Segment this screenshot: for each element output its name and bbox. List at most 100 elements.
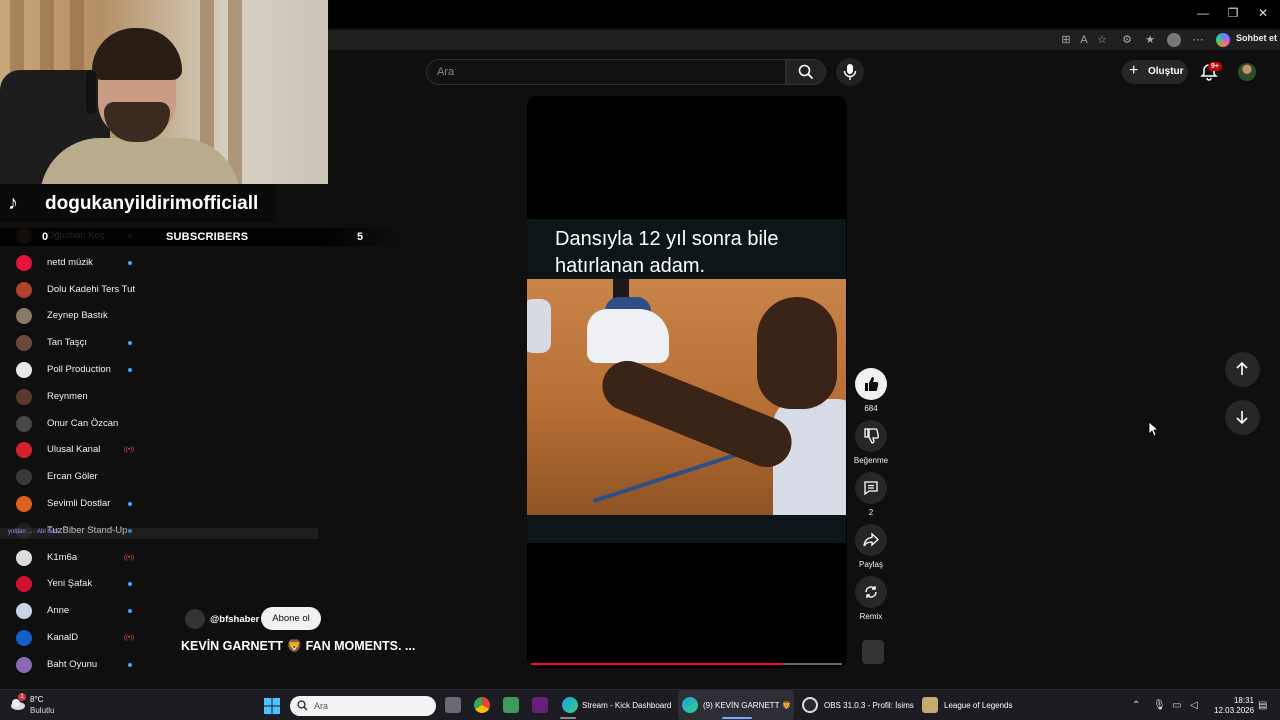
remix-button[interactable] [855, 576, 887, 608]
remix-label: Remix [859, 612, 883, 621]
caption-box-bottom [527, 515, 846, 543]
microphone-tray-icon[interactable]: 🎙 [1153, 700, 1166, 711]
thumbs-down-icon [864, 428, 879, 444]
league-of-legends-icon[interactable] [922, 697, 938, 713]
split-screen-icon[interactable]: ⊞ [1059, 33, 1073, 47]
channel-avatar[interactable] [185, 609, 205, 629]
sidebar-subscription-item[interactable]: KanalD ((•)) [14, 628, 174, 648]
windows-start-icon[interactable] [264, 698, 280, 714]
sidebar-item-label: Ercan Göler [47, 471, 98, 483]
video-title[interactable]: KEVİN GARNETT 🦁 FAN MOMENTS. ... [181, 639, 415, 654]
sidebar-subscription-item[interactable]: Ulusal Kanal ((•)) [14, 440, 174, 460]
taskbar-app-obs[interactable]: OBS 31.0.3 - Profil: İsims [824, 701, 914, 710]
taskbar-search-input[interactable] [290, 696, 436, 716]
obs-icon[interactable] [802, 697, 818, 713]
sidebar-subscription-item[interactable]: Reynmen [14, 387, 174, 407]
thumbs-up-icon [865, 377, 879, 391]
sidebar-subscription-item[interactable]: Sevimli Dostlar [14, 494, 174, 514]
like-button[interactable] [855, 368, 887, 400]
sidebar-subscription-item[interactable]: netd müzik [14, 253, 174, 273]
notifications-tray-icon[interactable]: ▤ [1258, 700, 1267, 711]
close-button[interactable]: ✕ [1256, 6, 1270, 20]
sidebar-subscription-item[interactable]: Onur Can Özcan [14, 414, 174, 434]
channel-avatar [16, 576, 32, 593]
sidebar-item-label: Reynmen [47, 390, 88, 402]
sidebar-item-label: Zeynep Bastık [47, 310, 108, 322]
audio-thumbnail[interactable] [862, 640, 884, 664]
sidebar-subscription-item[interactable]: Anne [14, 601, 174, 621]
read-aloud-icon[interactable]: A [1077, 33, 1091, 47]
dislike-button[interactable] [855, 420, 887, 452]
arrow-up-icon [1236, 362, 1248, 375]
extensions-icon[interactable]: ⚙ [1120, 33, 1134, 47]
more-menu-icon[interactable]: ⋯ [1191, 33, 1205, 47]
sidebar-subscription-item[interactable]: Tan Taşçı [14, 333, 174, 353]
favorites-icon[interactable]: ★ [1143, 33, 1157, 47]
minimize-button[interactable]: — [1196, 6, 1210, 20]
copilot-button[interactable]: Sohbet et [1236, 33, 1277, 43]
sidebar-subscription-item[interactable]: Zeynep Bastık [14, 306, 174, 326]
tray-overflow-icon[interactable]: ⌃ [1132, 700, 1140, 711]
address-bar[interactable] [328, 30, 1280, 50]
share-button[interactable] [855, 524, 887, 556]
search-button[interactable] [786, 59, 826, 85]
channel-avatar [16, 630, 32, 646]
channel-avatar [16, 442, 32, 459]
search-icon [798, 64, 814, 80]
sidebar-subscription-item[interactable]: Dolu Kadehi Ters Tut [14, 280, 174, 300]
comment-icon [864, 481, 878, 496]
volume-icon[interactable]: ◁ [1190, 700, 1198, 711]
favorite-star-icon[interactable]: ☆ [1095, 33, 1109, 47]
chrome-icon[interactable] [474, 697, 490, 713]
subscribe-button[interactable]: Abone ol [261, 607, 321, 630]
app-icon[interactable] [503, 697, 519, 713]
visual-studio-icon[interactable] [532, 697, 548, 713]
maximize-button[interactable]: ❐ [1226, 6, 1240, 20]
search-icon [297, 700, 308, 711]
remix-icon [865, 586, 877, 598]
sidebar-subscription-item[interactable]: Yeni Şafak [14, 574, 174, 594]
edge-icon[interactable] [562, 697, 578, 713]
sidebar-subscription-item[interactable]: Baht Oyunu [14, 655, 174, 675]
network-icon[interactable]: ▭ [1172, 700, 1181, 711]
sidebar-item-label: Onur Can Özcan [47, 417, 119, 429]
sidebar-subscription-item[interactable]: Poll Production [14, 360, 174, 380]
system-clock[interactable]: 18:31 12.03.2026 [1214, 696, 1254, 716]
taskbar-app-youtube[interactable]: (9) KEVİN GARNETT 🦁 [703, 701, 792, 710]
taskbar-app-kick[interactable]: Stream - Kick Dashboard [582, 701, 671, 710]
sidebar-item-label: netd müzik [47, 256, 93, 268]
profile-icon[interactable] [1167, 33, 1181, 47]
search-input[interactable] [426, 59, 786, 85]
sneaker [587, 309, 669, 363]
video-frame[interactable] [527, 279, 846, 515]
previous-short-button[interactable] [1225, 352, 1260, 387]
subscribers-prefix: 0 [42, 231, 49, 243]
sidebar-subscription-item[interactable]: K1m6a ((•)) [14, 548, 174, 568]
channel-avatar [16, 388, 32, 405]
weather-description[interactable]: Bulutlu [30, 706, 54, 715]
webcam-overlay [0, 0, 328, 184]
copilot-icon[interactable] [1216, 33, 1230, 47]
live-indicator-icon: ((•)) [124, 554, 135, 561]
weather-alert-badge: 1 [18, 693, 26, 701]
voice-search-button[interactable] [836, 58, 864, 86]
new-content-dot [128, 609, 132, 614]
next-short-button[interactable] [1225, 400, 1260, 435]
sidebar-subscription-item[interactable]: Ercan Göler [14, 467, 174, 487]
chat-message: yoldan ... : Abi hadi [8, 529, 59, 535]
taskbar-search-placeholder: Ara [314, 701, 329, 711]
share-label: Paylaş [858, 560, 883, 569]
weather-temperature[interactable]: 8°C [30, 695, 43, 704]
new-content-dot [128, 502, 132, 506]
edge-icon[interactable] [682, 697, 698, 713]
streamer-hair [92, 28, 182, 80]
channel-avatar [16, 415, 32, 432]
taskbar-app-lol[interactable]: League of Legends [944, 701, 1013, 710]
clock-time: 18:31 [1233, 696, 1254, 705]
comments-button[interactable] [855, 472, 887, 504]
channel-handle[interactable]: @bfshaber [210, 614, 259, 625]
task-view-icon[interactable] [445, 697, 461, 713]
running-indicator [560, 717, 576, 719]
channel-avatar [16, 308, 32, 325]
account-avatar[interactable] [1238, 63, 1256, 81]
